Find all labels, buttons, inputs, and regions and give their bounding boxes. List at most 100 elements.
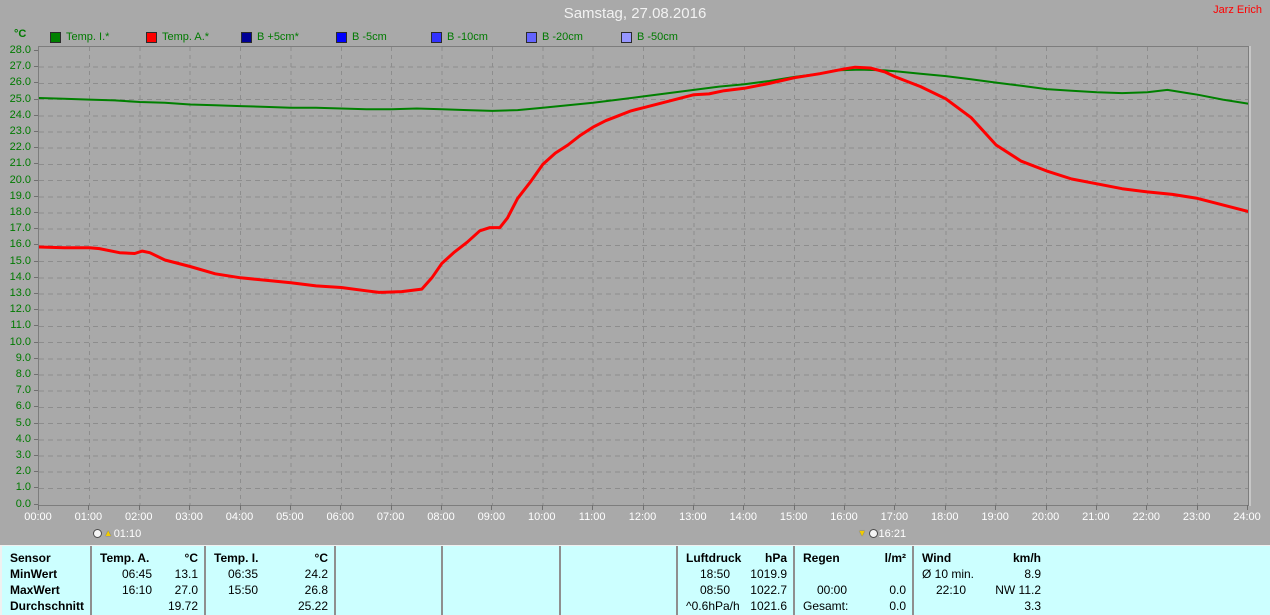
max-value: 26.8 xyxy=(304,583,328,597)
y-axis-tick xyxy=(34,195,38,197)
y-axis-tick xyxy=(34,260,38,262)
y-axis-tick xyxy=(34,422,38,424)
y-axis-label: 7.0 xyxy=(15,384,31,397)
y-axis-label: 14.0 xyxy=(9,270,31,283)
legend-item-b-plus5cm[interactable]: B +5cm* xyxy=(241,31,299,43)
event-marker-time: 01:10 xyxy=(113,527,142,540)
max-value: 1022.7 xyxy=(750,583,787,597)
legend-label: B -20cm xyxy=(542,31,583,43)
y-axis-label: 22.0 xyxy=(9,141,31,154)
legend-label: B -10cm xyxy=(447,31,488,43)
moon-icon xyxy=(868,529,878,538)
x-axis-label: 00:00 xyxy=(24,511,52,523)
arrow-up-icon: ▲ xyxy=(103,528,113,538)
y-axis-tick xyxy=(34,228,38,230)
x-axis-tick xyxy=(642,505,644,510)
x-axis-label: 09:00 xyxy=(477,511,506,523)
x-axis-tick xyxy=(491,505,493,510)
min-value: 13.1 xyxy=(174,567,198,581)
pressure-tendency: ^0.6hPa/h xyxy=(686,599,740,613)
x-axis-tick xyxy=(541,505,543,510)
x-axis-label: 20:00 xyxy=(1031,511,1060,523)
col-header: Temp. A. xyxy=(100,551,150,565)
max-time: 16:10 xyxy=(122,583,153,597)
y-axis-tick xyxy=(34,438,38,440)
legend-item-b-minus10cm[interactable]: B -10cm xyxy=(431,31,488,43)
max-value: NW 11.2 xyxy=(995,583,1041,597)
x-axis-tick xyxy=(38,505,39,510)
x-axis-tick xyxy=(894,505,896,510)
legend-label: Temp. I.* xyxy=(66,31,110,43)
x-axis-tick xyxy=(692,505,694,510)
min-value: 24.2 xyxy=(304,567,328,581)
y-axis-tick xyxy=(34,390,38,392)
y-axis-tick xyxy=(34,455,38,456)
y-axis-label: 11.0 xyxy=(10,319,31,332)
x-axis-tick xyxy=(441,505,442,510)
y-axis-label: 19.0 xyxy=(9,189,31,202)
x-axis-label: 16:00 xyxy=(830,511,858,523)
y-axis-tick xyxy=(34,179,38,181)
table-column-wind: Wind km/h Ø 10 min. 8.9 22:10 NW 11.2 3.3 xyxy=(914,546,1047,615)
x-axis-label: 18:00 xyxy=(930,511,959,523)
weather-app-window: { "header": { "title": "Samstag, 27.08.2… xyxy=(0,0,1270,615)
avg-value: 3.3 xyxy=(1024,599,1041,613)
y-axis-tick xyxy=(34,244,38,246)
y-axis-label: 9.0 xyxy=(15,351,31,364)
y-axis-label: 8.0 xyxy=(15,368,31,380)
x-axis-label: 05:00 xyxy=(276,511,304,523)
x-axis-label: 21:00 xyxy=(1082,511,1110,523)
x-axis-tick xyxy=(844,505,845,510)
y-axis-label: 5.0 xyxy=(15,416,31,429)
y-axis-tick xyxy=(34,341,38,343)
x-axis-label: 03:00 xyxy=(175,511,203,523)
x-axis-tick xyxy=(944,505,946,510)
y-axis-label: 13.0 xyxy=(9,287,31,299)
x-axis-tick xyxy=(390,505,392,510)
table-column-temp-a: Temp. A. °C 06:45 13.1 16:10 27.0 19.72 xyxy=(92,546,206,615)
col-unit: l/m² xyxy=(884,551,906,565)
table-column-empty-1 xyxy=(336,546,443,615)
y-axis-label: 0.0 xyxy=(15,497,31,510)
y-axis-tick xyxy=(34,114,38,116)
legend-label: B -5cm xyxy=(352,31,387,43)
total-value: 0.0 xyxy=(889,599,906,613)
legend-label: B -50cm xyxy=(637,31,678,43)
event-marker-time: 16:21 xyxy=(878,527,907,540)
moon-icon xyxy=(92,529,102,538)
x-axis-tick xyxy=(995,505,997,510)
x-axis-tick xyxy=(1196,505,1198,510)
x-axis-tick xyxy=(793,505,795,510)
max-value: 0.0 xyxy=(889,583,906,597)
x-axis-tick xyxy=(743,505,745,510)
legend-item-temp-a[interactable]: Temp. A.* xyxy=(146,31,209,43)
x-axis-tick xyxy=(289,505,291,510)
y-axis-label: 27.0 xyxy=(9,60,31,73)
legend-item-temp-i[interactable]: Temp. I.* xyxy=(50,31,109,43)
y-axis-label: 4.0 xyxy=(15,432,31,445)
col-unit: hPa xyxy=(764,551,787,565)
sensor-summary-table: Sensor MinWert MaxWert Durchschnitt Temp… xyxy=(0,545,1270,615)
table-column-empty-3 xyxy=(561,546,678,615)
y-axis-label: 16.0 xyxy=(9,238,31,251)
x-axis-tick xyxy=(189,505,191,510)
legend-item-b-minus50cm[interactable]: B -50cm xyxy=(621,31,678,43)
temp-a-swatch-icon xyxy=(146,31,157,43)
min-time: 06:45 xyxy=(122,567,153,581)
col-unit: °C xyxy=(184,551,198,565)
y-axis-tick xyxy=(34,374,38,375)
legend-label: B +5cm* xyxy=(257,31,299,43)
temperature-chart-plot-area[interactable] xyxy=(38,46,1249,506)
y-axis-tick xyxy=(34,471,38,473)
arrow-down-icon: ▼ xyxy=(857,528,867,538)
y-axis-tick xyxy=(34,309,38,311)
legend-item-b-minus5cm[interactable]: B -5cm xyxy=(336,31,387,43)
y-axis-tick xyxy=(34,357,38,359)
legend-item-b-minus20cm[interactable]: B -20cm xyxy=(526,31,583,43)
x-axis-label: 22:00 xyxy=(1132,511,1161,523)
y-axis-label: 23.0 xyxy=(9,125,31,137)
page-title: Samstag, 27.08.2016 xyxy=(563,5,707,22)
x-axis-tick xyxy=(88,505,90,510)
x-axis-label: 13:00 xyxy=(679,511,707,523)
max-time: 15:50 xyxy=(228,583,259,597)
